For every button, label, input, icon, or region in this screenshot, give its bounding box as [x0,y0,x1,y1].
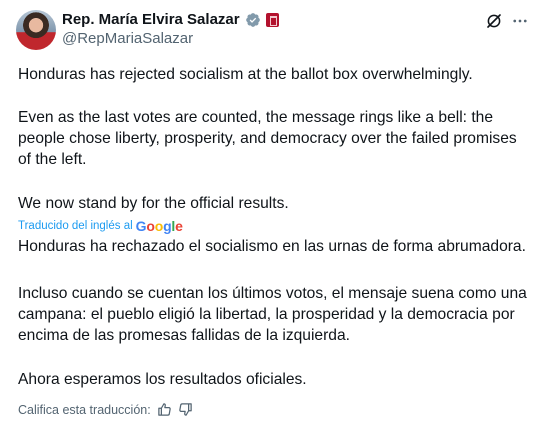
avatar[interactable] [16,10,56,50]
verified-badge-icon [245,12,260,27]
translated-by-label[interactable]: Traducido del inglés al Google [18,218,183,234]
government-label-icon [265,12,279,27]
rate-translation: Califica esta traducción: [18,402,193,417]
tweet-paragraph-original-2: Even as the last votes are counted, the … [18,109,517,168]
tweet-header: Rep. María Elvira Salazar @RepMariaSalaz… [0,0,548,52]
more-options-icon[interactable] [511,12,529,30]
author-name[interactable]: Rep. María Elvira Salazar [62,11,240,28]
tweet-paragraph-translation-1: Honduras ha rechazado el socialismo en l… [18,238,526,255]
thumbs-down-icon[interactable] [178,402,193,417]
google-logo: Google [135,218,183,234]
thumbs-up-icon[interactable] [157,402,172,417]
tweet-paragraph-original-3: We now stand by for the official results… [18,195,289,212]
tweet-paragraph-original-1: Honduras has rejected socialism at the b… [18,66,473,83]
tweet-paragraph-translation-3: Ahora esperamos los resultados oficiales… [18,371,307,388]
rate-translation-label: Califica esta traducción: [18,402,151,417]
author-name-row: Rep. María Elvira Salazar [62,11,279,28]
grok-icon[interactable] [485,12,503,30]
tweet-paragraph-translation-2: Incluso cuando se cuentan los últimos vo… [18,285,527,344]
translated-label-text: Traducido del inglés al [18,220,133,232]
author-handle[interactable]: @RepMariaSalazar [62,30,193,47]
